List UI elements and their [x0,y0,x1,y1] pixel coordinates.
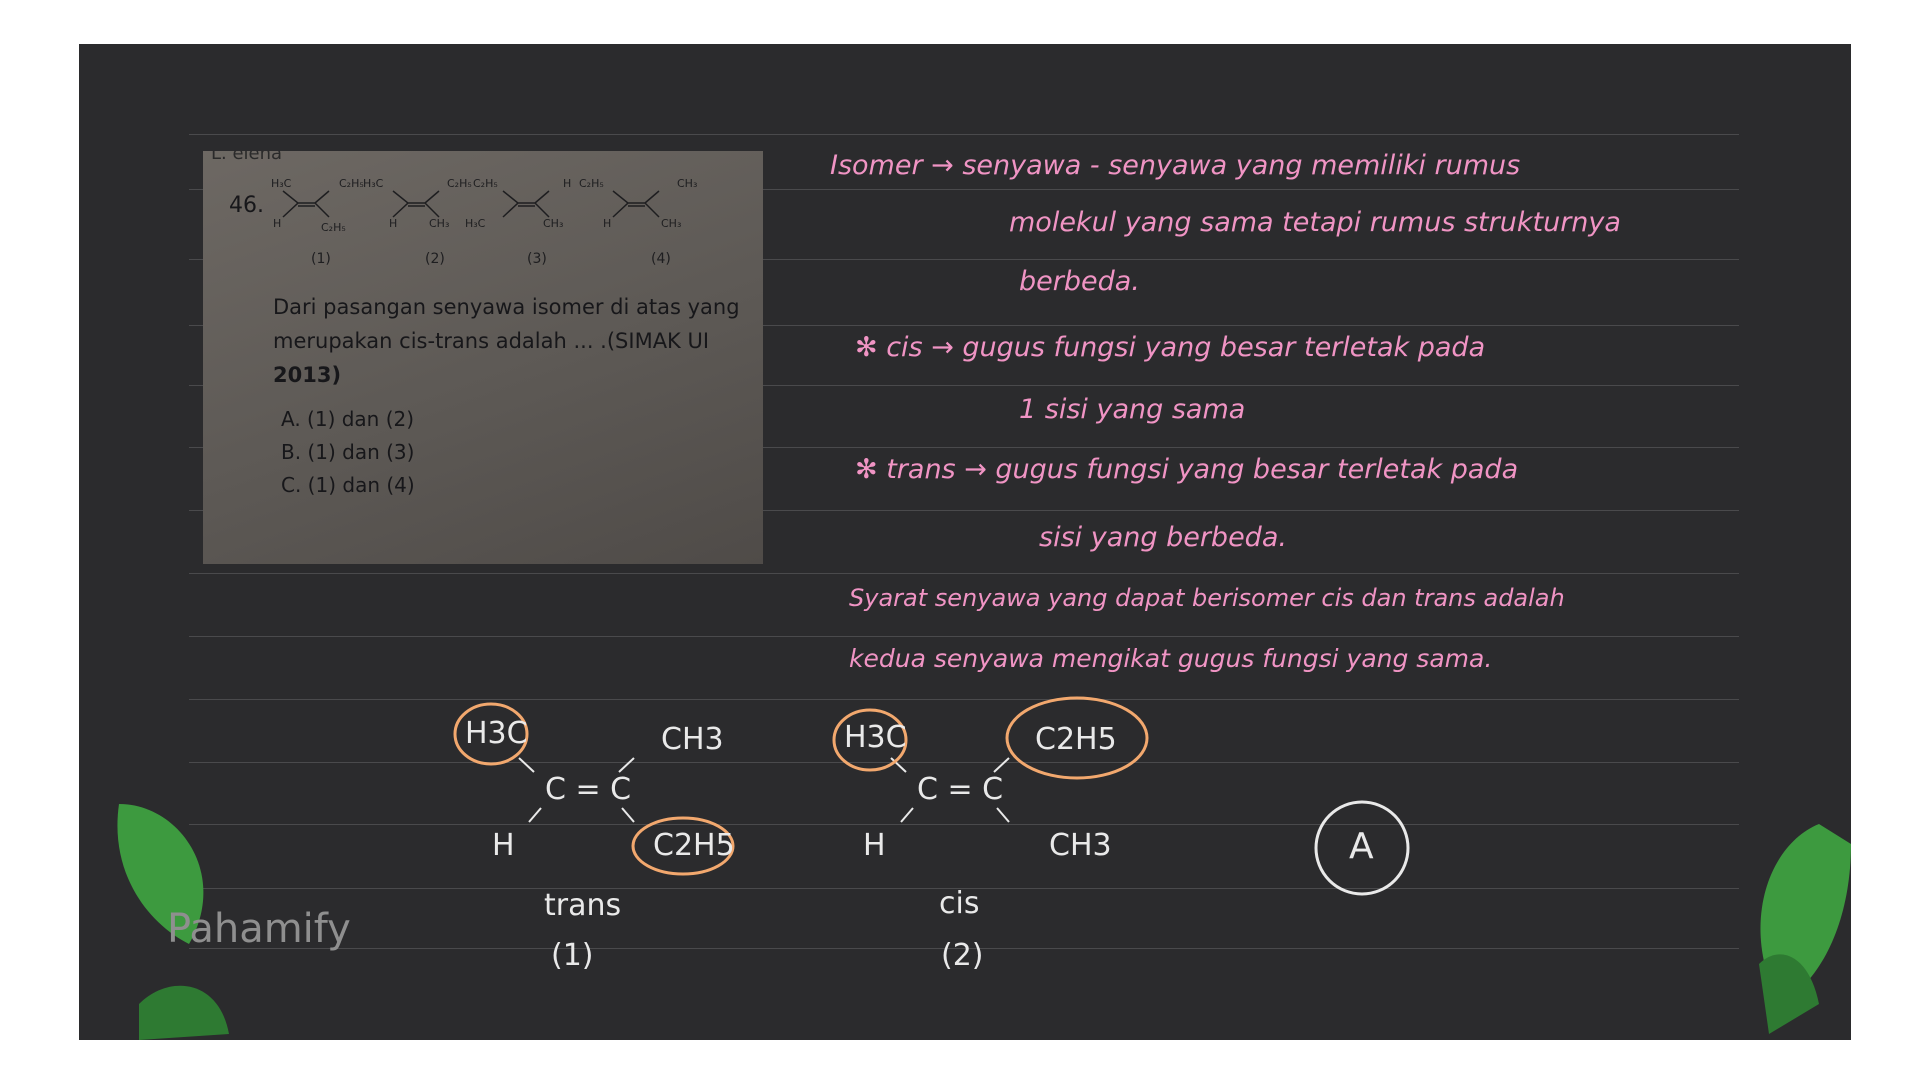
cis-bottom-left-group: H [863,828,886,863]
trans-label: trans [544,888,622,923]
cis-top-right-group: C2H5 [1035,722,1117,757]
bond-line [900,807,914,823]
trans-number: (1) [551,938,594,973]
cis-label: cis [939,886,980,921]
whiteboard: L. elena 46. H₃C C₂H₅ H₃C C₂H₅ C₂H₅ H C₂H₅ CH… [79,44,1851,1040]
cis-number: (2) [941,938,984,973]
trans-bottom-right-group: C2H5 [653,828,735,863]
cis-double-bond: C = C [917,772,1004,807]
bond-line [993,757,1010,773]
answer-letter: A [1349,826,1374,867]
bond-line [621,807,635,823]
bond-line [996,807,1010,823]
trans-bottom-left-group: H [492,828,515,863]
trans-double-bond: C = C [545,772,632,807]
bond-line [618,757,635,773]
trans-top-left-group: H3C [465,716,528,751]
leaf-icon [139,985,229,1040]
bond-line [528,807,542,823]
bond-line [518,757,535,773]
cis-bottom-right-group: CH3 [1049,828,1112,863]
trans-top-right-group: CH3 [661,722,724,757]
cis-top-left-group: H3C [844,720,907,755]
pahamify-logo: Pahamify [167,906,351,952]
